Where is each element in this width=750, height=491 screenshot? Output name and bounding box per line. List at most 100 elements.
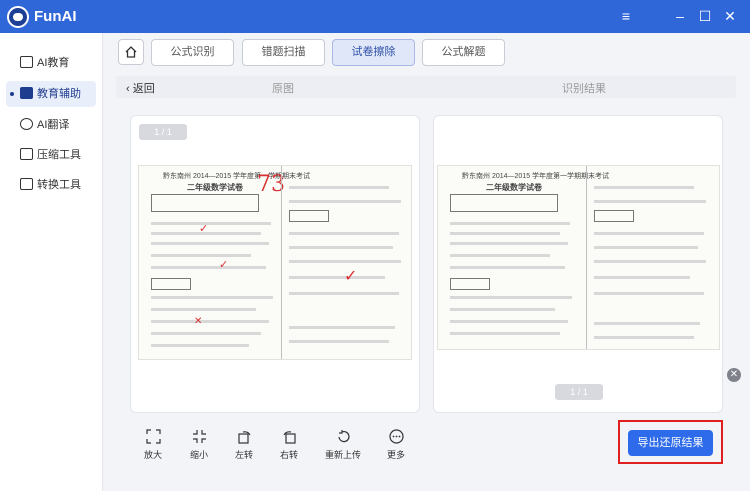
text-line xyxy=(594,200,706,203)
tool-label: 更多 xyxy=(386,450,405,460)
text-line xyxy=(594,292,704,295)
sidebar-item-education-assist[interactable]: 教育辅助 xyxy=(6,81,96,107)
paper-title: 二年级数学试卷 xyxy=(187,183,243,192)
sidebar-item-compress[interactable]: 压缩工具 xyxy=(6,142,96,168)
text-line xyxy=(594,246,698,249)
text-line xyxy=(450,242,568,245)
column-divider xyxy=(281,166,282,359)
zoom-out-icon xyxy=(192,430,206,443)
text-line xyxy=(594,322,700,325)
sidebar-item-convert[interactable]: 转换工具 xyxy=(6,172,96,198)
more-icon xyxy=(388,429,404,444)
tool-label: 重新上传 xyxy=(324,450,361,460)
sidebar-item-ai-translate[interactable]: AI翻译 xyxy=(6,112,96,138)
text-line xyxy=(151,332,261,335)
sidebar-item-label: AI教育 xyxy=(37,57,70,69)
graduation-cap-icon xyxy=(20,56,33,68)
title-bar: FunAI ≡ – ☐ ✕ xyxy=(0,0,750,33)
zoom-out-button[interactable]: 缩小 xyxy=(179,429,219,461)
score-table xyxy=(594,210,634,222)
tab-error-scan[interactable]: 错题扫描 xyxy=(242,39,325,66)
sidebar-item-label: 转换工具 xyxy=(37,179,81,191)
export-result-button[interactable]: 导出还原结果 xyxy=(628,430,713,456)
text-line xyxy=(450,308,555,311)
score-table xyxy=(151,278,191,290)
score-table xyxy=(450,278,490,290)
result-paper-image[interactable]: 黔东南州 2014—2015 学年度第一学期期末考试 二年级数学试卷 xyxy=(437,165,720,350)
original-label: 原图 xyxy=(272,83,294,95)
original-image-panel: 1 / 1 黔东南州 2014—2015 学年度第一学期期末考试 二年级数学试卷… xyxy=(130,115,420,413)
reupload-icon xyxy=(337,430,350,443)
text-line xyxy=(594,276,690,279)
text-line xyxy=(450,222,570,225)
paper-header: 黔东南州 2014—2015 学年度第一学期期末考试 xyxy=(163,173,311,180)
tab-formula-recognition[interactable]: 公式识别 xyxy=(151,39,234,66)
tool-label: 放大 xyxy=(143,450,162,460)
text-line xyxy=(289,340,389,343)
text-line xyxy=(289,326,395,329)
hamburger-icon[interactable]: ≡ xyxy=(614,5,638,27)
sidebar-item-label: 压缩工具 xyxy=(37,149,81,161)
text-line xyxy=(450,296,572,299)
text-line xyxy=(289,260,401,263)
score-table xyxy=(289,210,329,222)
sidebar-item-label: AI翻译 xyxy=(37,119,70,131)
text-line xyxy=(151,222,271,225)
chevron-left-icon: ‹ xyxy=(126,83,133,95)
tool-label: 右转 xyxy=(279,450,298,460)
text-line xyxy=(594,336,694,339)
page-indicator: 1 / 1 xyxy=(139,124,187,140)
paper-title: 二年级数学试卷 xyxy=(486,183,542,192)
text-line xyxy=(450,332,560,335)
text-line xyxy=(450,320,568,323)
tab-formula-solve[interactable]: 公式解题 xyxy=(422,39,505,66)
text-line xyxy=(151,320,269,323)
app-title: FunAI xyxy=(34,8,77,25)
sidebar: AI教育 教育辅助 AI翻译 压缩工具 转换工具 xyxy=(0,33,103,491)
minimize-icon[interactable]: – xyxy=(668,5,692,27)
text-line xyxy=(594,186,694,189)
red-mark: ✓ xyxy=(199,222,209,235)
text-line xyxy=(289,186,389,189)
rotate-right-icon xyxy=(282,431,296,444)
sidebar-item-label: 教育辅助 xyxy=(37,88,81,100)
text-line xyxy=(450,254,550,257)
sidebar-item-ai-education[interactable]: AI教育 xyxy=(6,50,96,76)
text-line xyxy=(151,308,256,311)
result-image-panel: 黔东南州 2014—2015 学年度第一学期期末考试 二年级数学试卷 1 / 1 xyxy=(433,115,723,413)
text-line xyxy=(151,242,269,245)
original-paper-image[interactable]: 黔东南州 2014—2015 学年度第一学期期末考试 二年级数学试卷 73 ✓ … xyxy=(138,165,412,360)
text-line xyxy=(594,260,706,263)
close-icon[interactable]: ✕ xyxy=(718,5,742,27)
text-line xyxy=(289,232,399,235)
translate-icon xyxy=(20,118,33,130)
more-button[interactable]: 更多 xyxy=(376,429,416,461)
column-divider xyxy=(586,166,587,349)
rotate-left-icon xyxy=(237,431,251,444)
text-line xyxy=(151,266,266,269)
text-line xyxy=(289,246,393,249)
export-highlight-frame: 导出还原结果 xyxy=(618,420,723,464)
sub-header-bar: ‹ 返回 原图 识别结果 xyxy=(116,76,736,98)
zoom-in-button[interactable]: 放大 xyxy=(133,429,173,461)
text-line xyxy=(151,254,251,257)
main-area: 公式识别 错题扫描 试卷擦除 公式解题 ‹ 返回 原图 识别结果 1 / 1 黔… xyxy=(104,33,750,491)
score-table xyxy=(450,194,558,212)
maximize-icon[interactable]: ☐ xyxy=(693,5,717,27)
red-mark: ✓ xyxy=(344,266,358,285)
convert-icon xyxy=(20,178,33,190)
close-result-icon[interactable]: ✕ xyxy=(727,368,741,382)
back-label: 返回 xyxy=(132,83,155,95)
tab-paper-erase[interactable]: 试卷擦除 xyxy=(332,39,415,66)
reupload-button[interactable]: 重新上传 xyxy=(318,429,368,461)
rotate-left-button[interactable]: 左转 xyxy=(224,429,264,461)
zoom-in-icon xyxy=(145,429,161,444)
text-line xyxy=(450,232,560,235)
text-line xyxy=(289,292,399,295)
page-indicator: 1 / 1 xyxy=(555,384,603,400)
back-button[interactable]: ‹ 返回 xyxy=(126,80,155,96)
text-line xyxy=(151,344,249,347)
compress-icon xyxy=(20,148,33,160)
home-button[interactable] xyxy=(118,39,144,65)
rotate-right-button[interactable]: 右转 xyxy=(269,429,309,461)
